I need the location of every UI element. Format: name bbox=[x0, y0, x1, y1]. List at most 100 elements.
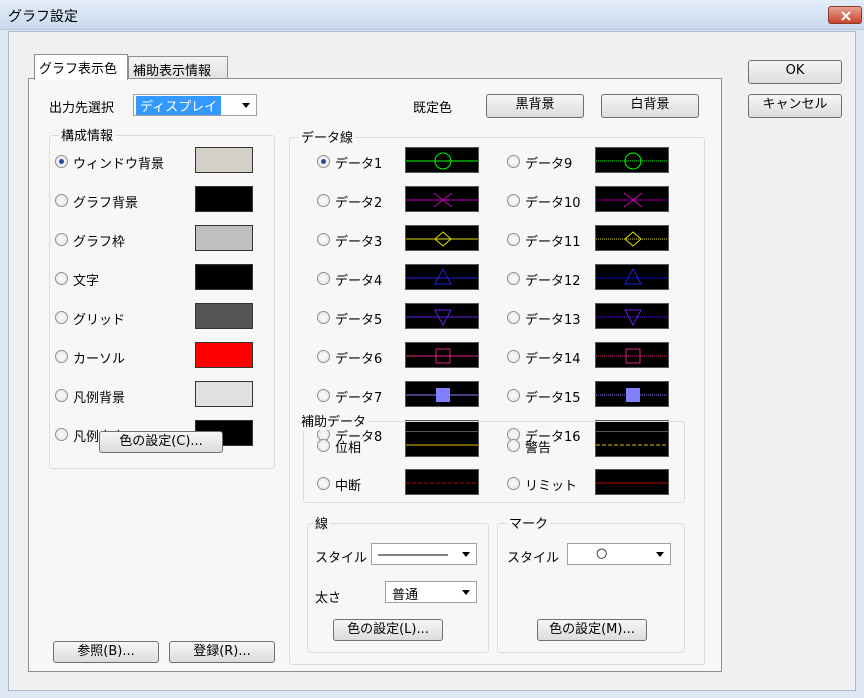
mark-style-label: スタイル bbox=[507, 551, 560, 566]
config-color-swatch[interactable] bbox=[195, 225, 253, 251]
data-line-radio[interactable] bbox=[317, 350, 330, 363]
data-line-radio[interactable] bbox=[317, 311, 330, 324]
data-line-label: データ10 bbox=[525, 196, 581, 211]
config-color-swatch[interactable] bbox=[195, 264, 253, 290]
aux-data-group-title: 補助データ bbox=[299, 411, 369, 430]
config-radio[interactable] bbox=[55, 389, 68, 402]
data-line-radio[interactable] bbox=[317, 389, 330, 402]
aux-data-swatch[interactable] bbox=[405, 431, 479, 457]
output-label: 出力先選択 bbox=[49, 101, 115, 116]
line-width-select[interactable]: 普通 bbox=[385, 581, 477, 603]
data-line-label: データ11 bbox=[525, 235, 581, 250]
data-line-swatch[interactable] bbox=[405, 381, 479, 407]
data-line-swatch[interactable] bbox=[595, 342, 669, 368]
aux-data-radio[interactable] bbox=[507, 439, 520, 452]
config-group-title: 構成情報 bbox=[59, 125, 116, 144]
white-bg-button[interactable]: 白背景 bbox=[601, 94, 699, 118]
line-color-button[interactable]: 色の設定(L)... bbox=[333, 619, 443, 641]
aux-data-radio[interactable] bbox=[507, 477, 520, 490]
data-line-swatch[interactable] bbox=[595, 186, 669, 212]
color-config-button-label: 色の設定(C)... bbox=[119, 434, 203, 449]
data-line-label: データ12 bbox=[525, 274, 581, 289]
chevron-down-icon bbox=[462, 552, 470, 557]
data-line-radio[interactable] bbox=[317, 233, 330, 246]
data-line-radio[interactable] bbox=[507, 155, 520, 168]
data-line-swatch[interactable] bbox=[595, 225, 669, 251]
data-line-radio[interactable] bbox=[507, 311, 520, 324]
config-radio[interactable] bbox=[55, 428, 68, 441]
title-bar: グラフ設定 bbox=[0, 0, 864, 30]
data-line-label: データ3 bbox=[335, 235, 383, 250]
data-line-radio[interactable] bbox=[317, 272, 330, 285]
data-line-swatch[interactable] bbox=[405, 264, 479, 290]
config-color-swatch[interactable] bbox=[195, 186, 253, 212]
data-line-label: データ1 bbox=[335, 157, 383, 172]
data-line-swatch[interactable] bbox=[595, 381, 669, 407]
aux-data-swatch[interactable] bbox=[595, 431, 669, 457]
aux-data-radio[interactable] bbox=[317, 477, 330, 490]
tab-graph-colors[interactable]: グラフ表示色 bbox=[34, 54, 128, 80]
color-config-button[interactable]: 色の設定(C)... bbox=[99, 431, 223, 453]
line-width-label: 太さ bbox=[315, 591, 342, 606]
config-radio[interactable] bbox=[55, 155, 68, 168]
data-line-label: データ7 bbox=[335, 391, 383, 406]
data-line-label: データ2 bbox=[335, 196, 383, 211]
ok-button[interactable]: OK bbox=[748, 60, 842, 84]
preset-label: 既定色 bbox=[413, 101, 453, 116]
config-color-swatch[interactable] bbox=[195, 147, 253, 173]
data-line-radio[interactable] bbox=[507, 194, 520, 207]
line-group-title: 線 bbox=[313, 513, 331, 532]
data-line-radio[interactable] bbox=[507, 389, 520, 402]
config-color-swatch[interactable] bbox=[195, 303, 253, 329]
black-bg-button[interactable]: 黒背景 bbox=[486, 94, 584, 118]
config-radio[interactable] bbox=[55, 233, 68, 246]
output-select[interactable]: ディスプレイ bbox=[133, 94, 257, 116]
aux-data-label: リミット bbox=[525, 479, 578, 494]
data-line-swatch[interactable] bbox=[405, 303, 479, 329]
cancel-button[interactable]: キャンセル bbox=[748, 94, 842, 118]
config-item-label: 文字 bbox=[73, 274, 100, 289]
data-line-swatch[interactable] bbox=[595, 147, 669, 173]
data-line-swatch[interactable] bbox=[405, 147, 479, 173]
aux-data-label: 位相 bbox=[335, 441, 362, 456]
data-line-radio[interactable] bbox=[507, 272, 520, 285]
aux-data-swatch[interactable] bbox=[405, 469, 479, 495]
mark-group-title: マーク bbox=[507, 513, 551, 532]
data-lines-group-title: データ線 bbox=[299, 127, 356, 146]
output-select-value: ディスプレイ bbox=[136, 96, 222, 115]
config-item-label: 凡例背景 bbox=[73, 391, 126, 406]
config-radio[interactable] bbox=[55, 272, 68, 285]
config-radio[interactable] bbox=[55, 350, 68, 363]
data-line-label: データ13 bbox=[525, 313, 581, 328]
close-icon bbox=[841, 11, 851, 21]
data-line-radio[interactable] bbox=[507, 350, 520, 363]
aux-data-swatch[interactable] bbox=[595, 469, 669, 495]
config-radio[interactable] bbox=[55, 311, 68, 324]
data-line-label: データ15 bbox=[525, 391, 581, 406]
config-color-swatch[interactable] bbox=[195, 381, 253, 407]
data-line-swatch[interactable] bbox=[595, 303, 669, 329]
aux-data-radio[interactable] bbox=[317, 439, 330, 452]
data-line-swatch[interactable] bbox=[405, 342, 479, 368]
mark-style-value: ○ bbox=[596, 546, 608, 561]
line-style-select[interactable] bbox=[371, 543, 477, 565]
mark-color-button[interactable]: 色の設定(M)... bbox=[537, 619, 647, 641]
mark-style-select[interactable]: ○ bbox=[567, 543, 671, 565]
data-line-label: データ14 bbox=[525, 352, 581, 367]
register-button[interactable]: 登録(R)... bbox=[169, 641, 275, 663]
mark-color-button-label: 色の設定(M)... bbox=[549, 622, 635, 637]
line-color-button-label: 色の設定(L)... bbox=[347, 622, 429, 637]
config-radio[interactable] bbox=[55, 194, 68, 207]
data-line-radio[interactable] bbox=[317, 155, 330, 168]
close-button[interactable] bbox=[828, 6, 862, 24]
config-item-label: グリッド bbox=[73, 313, 126, 328]
data-line-swatch[interactable] bbox=[405, 225, 479, 251]
data-line-swatch[interactable] bbox=[405, 186, 479, 212]
data-line-swatch[interactable] bbox=[595, 264, 669, 290]
reference-button[interactable]: 参照(B)... bbox=[53, 641, 159, 663]
tab-panel: 出力先選択 ディスプレイ 既定色 黒背景 白背景 構成情報 ウィンドウ背景 グラフ… bbox=[28, 78, 722, 672]
data-line-radio[interactable] bbox=[507, 233, 520, 246]
config-color-swatch[interactable] bbox=[195, 342, 253, 368]
tab-aux-display[interactable]: 補助表示情報 bbox=[128, 56, 228, 80]
data-line-radio[interactable] bbox=[317, 194, 330, 207]
